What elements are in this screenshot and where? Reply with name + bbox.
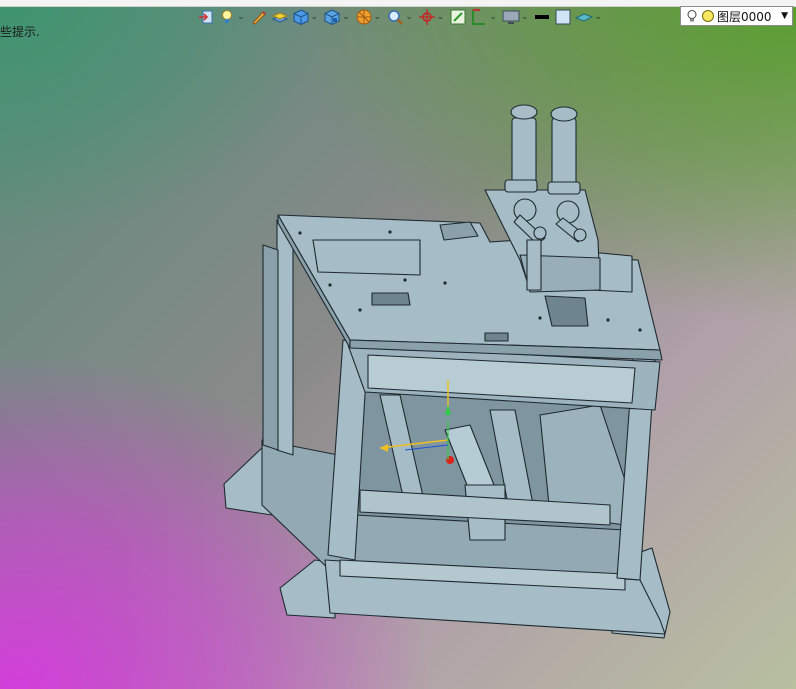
top-slot-center <box>484 332 509 342</box>
cylinder-left-cap <box>510 104 538 120</box>
cylinder-left-body <box>511 117 537 189</box>
cylinder-right-cap <box>550 106 578 122</box>
cad-model-viewport[interactable] <box>0 0 796 689</box>
top-slot-left <box>371 292 411 306</box>
piston-left-end <box>533 226 547 240</box>
piston-right-end <box>573 228 587 242</box>
cylinder-right-body <box>551 117 577 189</box>
cylinder-left-neck <box>504 179 538 193</box>
back-left-leg-inner <box>262 244 279 451</box>
back-left-leg <box>276 219 294 456</box>
back-wall <box>312 239 421 276</box>
tower-post <box>526 239 542 291</box>
top-slot-right <box>544 295 589 327</box>
cylinder-right-neck <box>547 181 581 195</box>
